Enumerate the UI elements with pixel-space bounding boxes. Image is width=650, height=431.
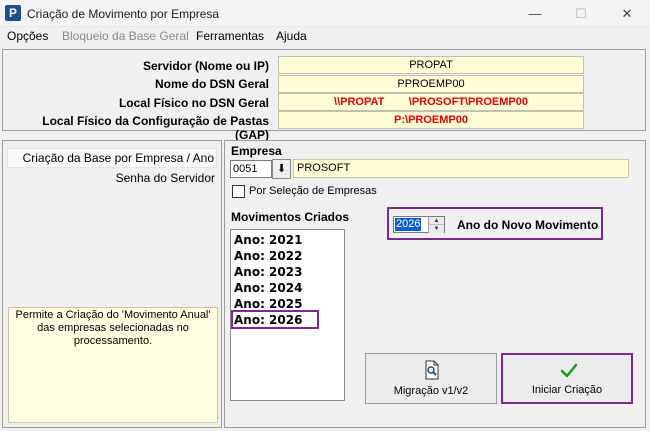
list-item[interactable]: Ano: 2021 (234, 233, 302, 247)
iniciar-criacao-button[interactable]: Iniciar Criação (501, 353, 633, 404)
empresa-code-input[interactable]: 0051 (230, 160, 272, 178)
list-item[interactable]: Ano: 2022 (234, 249, 302, 263)
download-arrow-icon: ⬇ (276, 163, 287, 175)
movimentos-label: Movimentos Criados (231, 210, 350, 224)
ano-novo-label: Ano do Novo Movimento (457, 218, 599, 232)
options-panel: Criação da Base por Empresa / Ano Senha … (2, 140, 222, 428)
spin-down-icon[interactable]: ▼ (428, 225, 444, 233)
migracao-label: Migração v1/v2 (393, 385, 469, 397)
server-value: PROPAT (278, 56, 584, 74)
menu-bar: Opções Bloqueio da Base Geral Ferramenta… (0, 27, 650, 47)
server-label: Servidor (Nome ou IP) (142, 59, 269, 73)
app-icon: P (5, 5, 21, 21)
help-text: Permite a Criação do 'Movimento Anual' d… (8, 307, 218, 423)
minimize-button[interactable]: — (512, 0, 558, 27)
selecao-empresas-label: Por Seleção de Empresas (249, 185, 377, 197)
title-bar: P Criação de Movimento por Empresa — ☐ ✕ (0, 0, 650, 27)
creation-panel: Empresa 0051 ⬇ PROSOFT Por Seleção de Em… (224, 140, 646, 428)
menu-bloqueio-base-geral[interactable]: Bloqueio da Base Geral (62, 29, 189, 43)
list-item[interactable]: Ano: 2023 (234, 265, 302, 279)
iniciar-criacao-label: Iniciar Criação (531, 384, 603, 396)
server-info-panel: Servidor (Nome ou IP) PROPAT Nome do DSN… (2, 49, 646, 142)
close-button[interactable]: ✕ (604, 0, 650, 27)
list-item[interactable]: Ano: 2025 (234, 297, 302, 311)
selecao-empresas-checkbox[interactable] (232, 185, 245, 198)
spin-up-icon[interactable]: ▲ (428, 217, 444, 225)
list-item[interactable]: Ano: 2024 (234, 281, 302, 295)
document-search-icon (425, 360, 439, 380)
dsn-path-label: Local Físico no DSN Geral (118, 96, 269, 110)
migracao-button[interactable]: Migração v1/v2 (365, 353, 497, 404)
empresa-name-field: PROSOFT (293, 159, 629, 178)
option-criacao-base[interactable]: Criação da Base por Empresa / Ano (7, 148, 217, 168)
dsn-name-label: Nome do DSN Geral (154, 77, 269, 91)
dsn-name-value: PPROEMP00 (278, 75, 584, 93)
gap-path-label: Local Físico da Configuração de Pastas (… (42, 114, 269, 142)
ano-spinner[interactable]: 2026 ▲ ▼ (393, 216, 445, 233)
option-senha-servidor[interactable]: Senha do Servidor (116, 171, 215, 185)
highlight-2026 (231, 310, 319, 329)
checkmark-icon (560, 363, 578, 378)
window-title: Criação de Movimento por Empresa (27, 7, 220, 21)
novo-movimento-group: 2026 ▲ ▼ Ano do Novo Movimento (387, 207, 603, 240)
menu-ferramentas[interactable]: Ferramentas (196, 29, 264, 43)
menu-ajuda[interactable]: Ajuda (276, 29, 307, 43)
menu-opcoes[interactable]: Opções (7, 29, 48, 43)
dsn-path-value: \\PROPAT \PROSOFT\PROEMP00 (278, 93, 584, 111)
ano-value[interactable]: 2026 (395, 218, 422, 231)
maximize-button[interactable]: ☐ (558, 0, 604, 27)
empresa-label: Empresa (231, 144, 282, 158)
empresa-lookup-button[interactable]: ⬇ (272, 159, 291, 179)
gap-path-value: P:\PROEMP00 (278, 111, 584, 129)
